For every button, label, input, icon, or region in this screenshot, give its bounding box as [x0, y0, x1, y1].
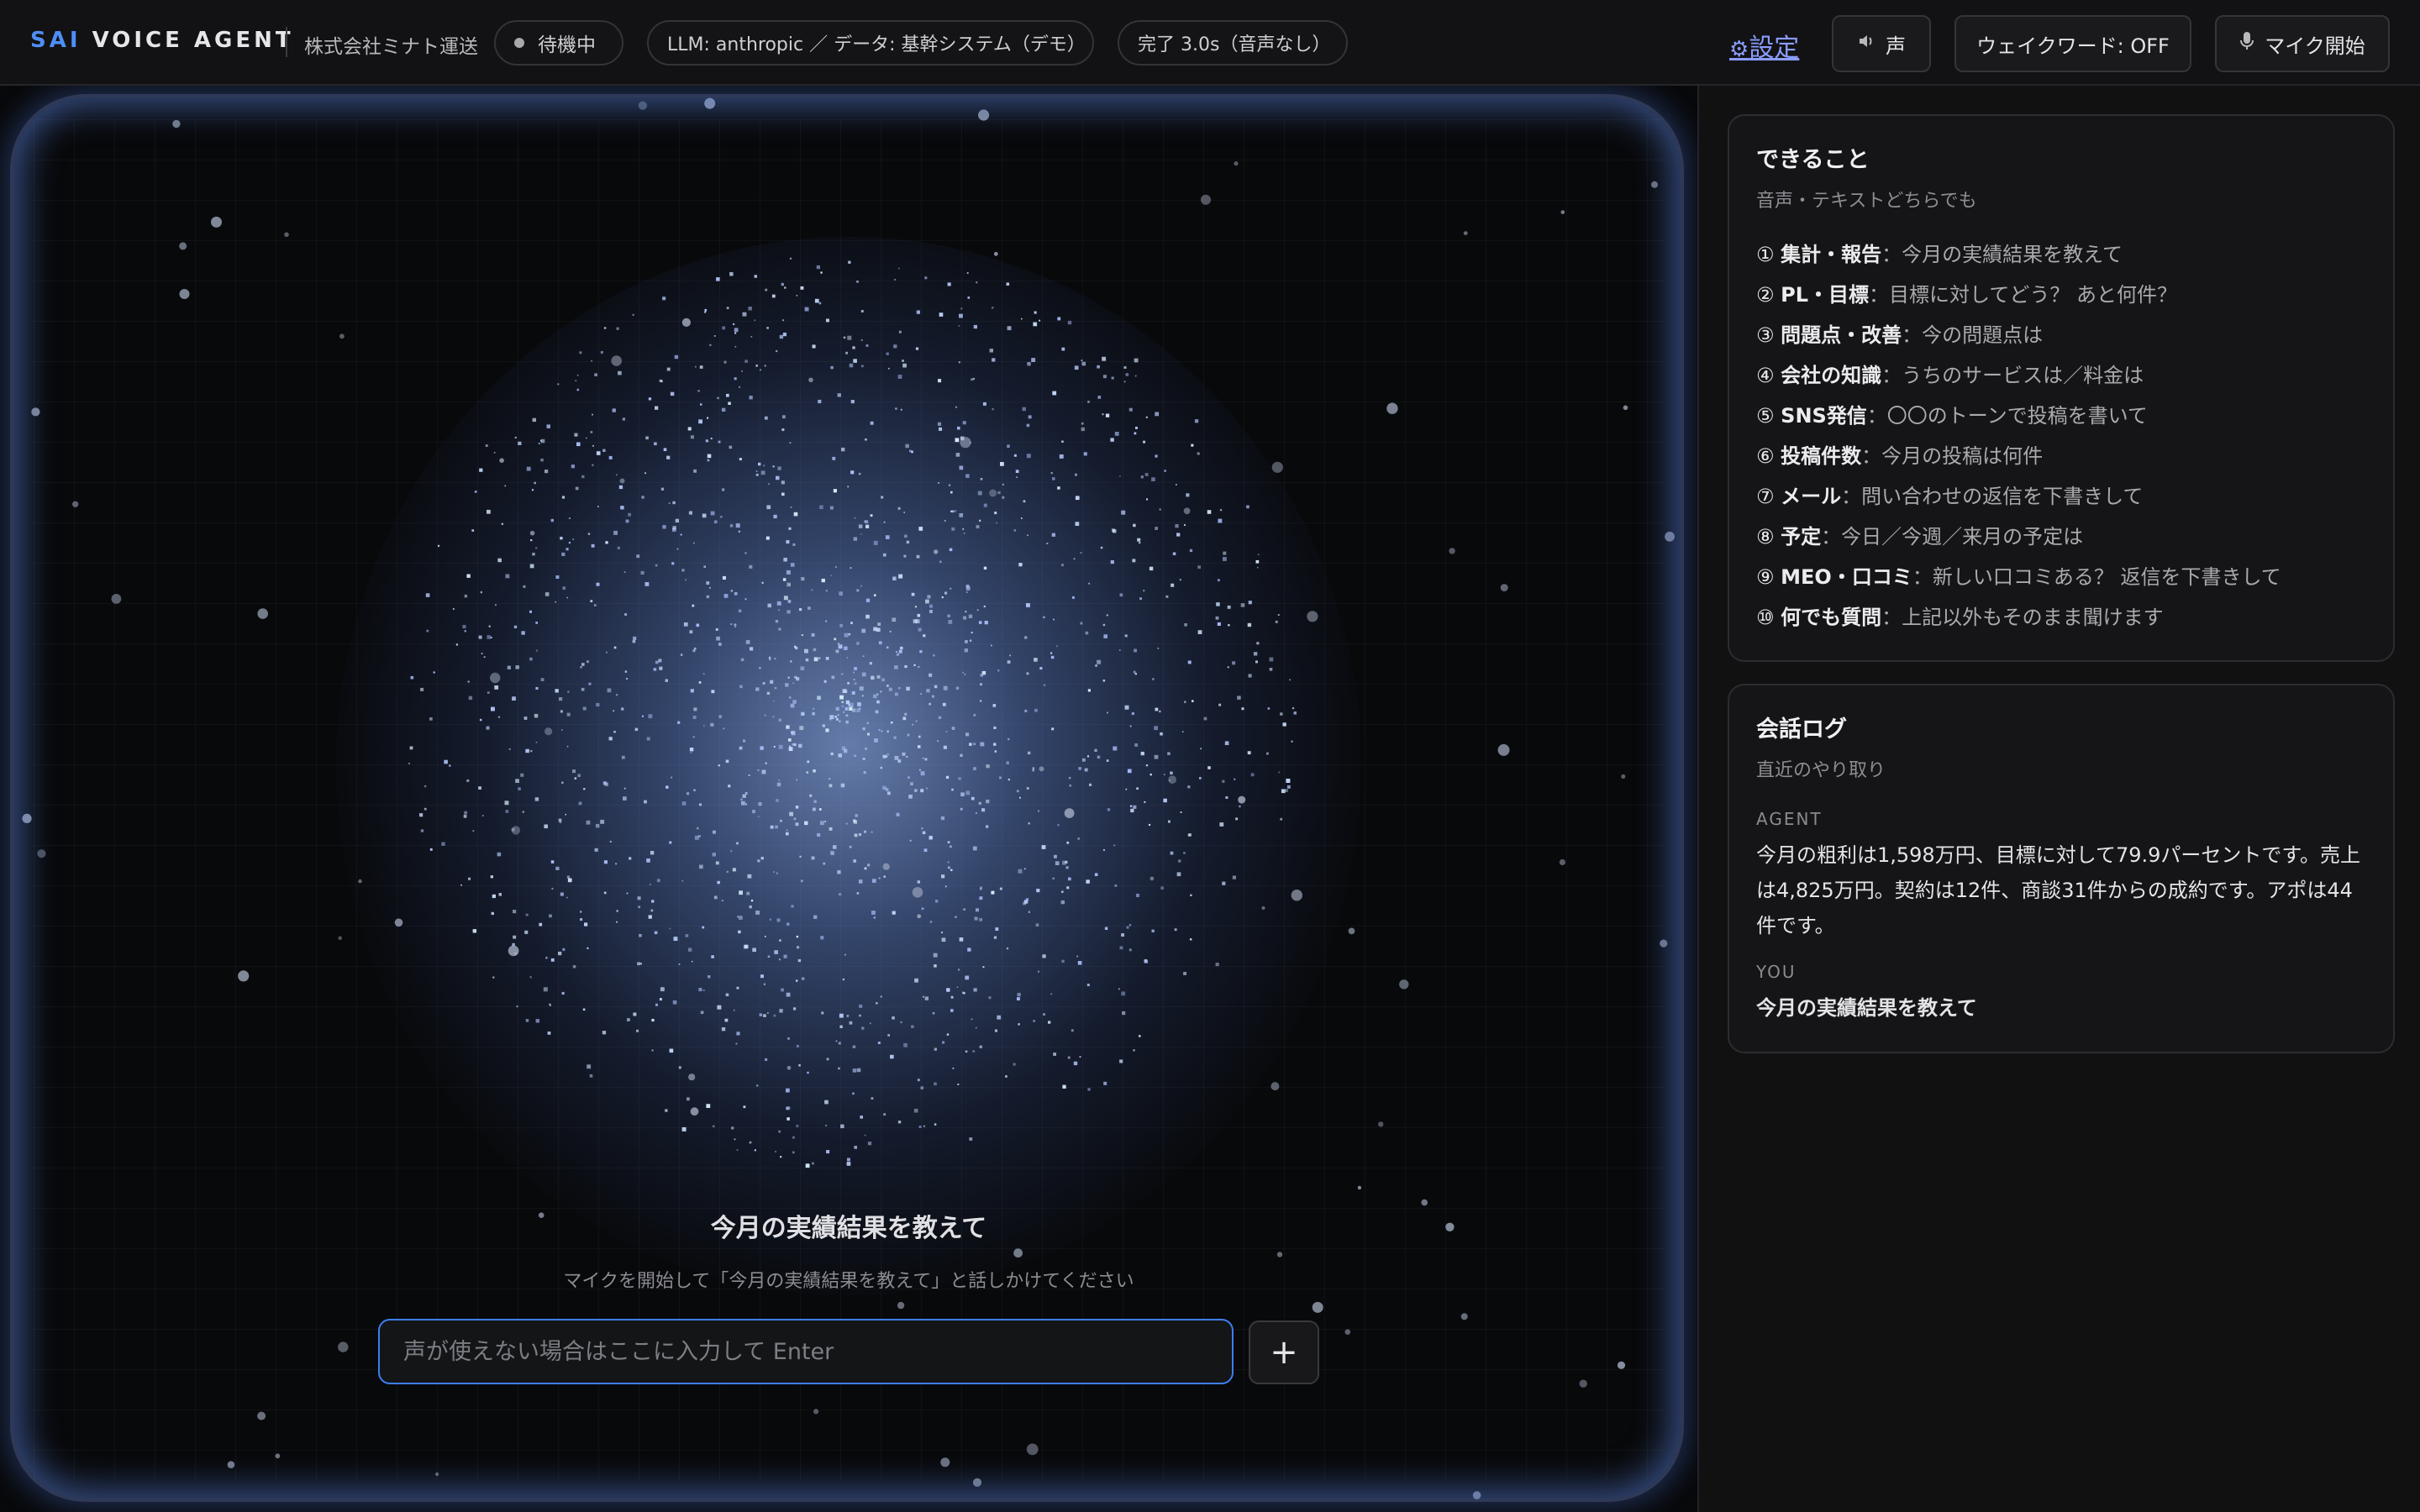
- side-panel: できること 音声・テキストどちらでも ① 集計・報告：今月の実績結果を教えて ② …: [1697, 86, 2420, 1512]
- llm-info-badge: LLM: anthropic ／ データ: 基幹システム（デモ）: [647, 20, 1094, 66]
- speaker-icon: [1857, 32, 1876, 55]
- capability-key: MEO・口コミ: [1781, 565, 1912, 589]
- capability-key: 会社の知識: [1781, 364, 1882, 387]
- capability-key: 予定: [1781, 525, 1822, 549]
- log-entry-you: YOU 今月の実績結果を教えて: [1756, 962, 2366, 1026]
- add-button[interactable]: +: [1249, 1320, 1319, 1384]
- log-subtitle: 直近のやり取り: [1756, 760, 1886, 781]
- voice-visualizer: 今月の実績結果を教えて マイクを開始して「今月の実績結果を教えて」と話しかけてく…: [0, 86, 1697, 1512]
- capabilities-title: できること: [1756, 147, 1870, 173]
- capability-item: ⑧ 予定：今日／今週／来月の予定は: [1756, 522, 2366, 562]
- capability-number: ②: [1756, 283, 1775, 307]
- settings-label: 設定: [1749, 34, 1800, 63]
- log-role-label: YOU: [1756, 962, 1797, 982]
- gear-icon: ⚙: [1729, 37, 1749, 62]
- brand-name: VOICE AGENT: [81, 28, 294, 53]
- top-bar: SAI VOICE AGENT 株式会社ミナト運送 待機中 LLM: anthr…: [0, 0, 2420, 86]
- mic-start-button[interactable]: マイク開始: [2215, 15, 2390, 72]
- conversation-log-card: 会話ログ 直近のやり取り AGENT 今月の粗利は1,598万円、目標に対して7…: [1728, 684, 2395, 1053]
- capability-example: ：上記以外もそのまま聞けます: [1881, 606, 2164, 629]
- settings-link[interactable]: ⚙設定: [1729, 27, 1799, 64]
- log-title: 会話ログ: [1756, 717, 1847, 743]
- status-dot-icon: [514, 38, 524, 48]
- capability-number: ④: [1756, 364, 1775, 387]
- capability-key: SNS発信: [1781, 404, 1867, 428]
- brand-divider: [286, 27, 287, 57]
- capability-example: ：うちのサービスは／料金は: [1881, 364, 2144, 387]
- capability-key: 集計・報告: [1781, 243, 1882, 266]
- status-text: 待機中: [538, 34, 596, 56]
- mic-label: マイク開始: [2265, 34, 2365, 58]
- capability-item: ③ 問題点・改善：今の問題点は: [1756, 320, 2366, 360]
- capability-number: ⑩: [1756, 606, 1775, 629]
- capability-example: ：問い合わせの返信を下書きして: [1841, 485, 2144, 508]
- capability-number: ③: [1756, 323, 1775, 347]
- timing-badge: 完了 3.0s（音声なし）: [1118, 20, 1348, 66]
- capability-example: ：今日／今週／来月の予定は: [1821, 525, 2084, 549]
- capability-example: ：〇〇のトーンで投稿を書いて: [1866, 404, 2148, 428]
- company-name: 株式会社ミナト運送: [304, 36, 478, 58]
- capability-number: ①: [1756, 243, 1775, 266]
- text-query-input[interactable]: [378, 1319, 1234, 1384]
- capability-number: ⑦: [1756, 485, 1775, 508]
- capability-key: 何でも質問: [1781, 606, 1882, 629]
- mic-hint: マイクを開始して「今月の実績結果を教えて」と話しかけてください: [563, 1271, 1134, 1292]
- capabilities-card: できること 音声・テキストどちらでも ① 集計・報告：今月の実績結果を教えて ② …: [1728, 114, 2395, 662]
- wakeword-label: ウェイクワード: OFF: [1976, 34, 2170, 58]
- voice-button[interactable]: 声: [1832, 15, 1931, 72]
- capability-item: ④ 会社の知識：うちのサービスは／料金は: [1756, 360, 2366, 401]
- capability-example: ：今月の実績結果を教えて: [1881, 243, 2123, 266]
- wakeword-toggle[interactable]: ウェイクワード: OFF: [1954, 15, 2191, 72]
- capability-item: ⑦ メール：問い合わせの返信を下書きして: [1756, 481, 2366, 522]
- capability-item: ⑩ 何でも質問：上記以外もそのまま聞けます: [1756, 602, 2366, 643]
- capability-example: ：目標に対してどう？ あと何件？: [1869, 283, 2177, 307]
- log-message: 今月の実績結果を教えて: [1756, 996, 1977, 1020]
- capabilities-subtitle: 音声・テキストどちらでも: [1756, 191, 1977, 212]
- status-badge: 待機中: [494, 20, 623, 66]
- capability-item: ① 集計・報告：今月の実績結果を教えて: [1756, 239, 2366, 280]
- log-message: 今月の粗利は1,598万円、目標に対して79.9パーセントです。売上は4,825…: [1756, 843, 2361, 937]
- last-utterance: 今月の実績結果を教えて: [710, 1214, 987, 1243]
- capability-key: メール: [1781, 485, 1842, 508]
- capability-example: ：今の問題点は: [1902, 323, 2044, 347]
- capability-item: ⑤ SNS発信：〇〇のトーンで投稿を書いて: [1756, 401, 2366, 441]
- brand-accent: SAI: [30, 28, 82, 53]
- log-entry-agent: AGENT 今月の粗利は1,598万円、目標に対して79.9パーセントです。売上…: [1756, 809, 2366, 943]
- capability-key: PL・目標: [1781, 283, 1870, 307]
- log-role-label: AGENT: [1756, 809, 1823, 829]
- capability-example: ：今月の投稿は何件: [1861, 444, 2044, 468]
- capability-number: ⑤: [1756, 404, 1775, 428]
- capability-key: 問題点・改善: [1781, 323, 1902, 347]
- timing-text: 完了 3.0s（音声なし）: [1138, 34, 1331, 55]
- capability-example: ：新しい口コミある？ 返信を下書きして: [1912, 565, 2281, 589]
- capability-item: ② PL・目標：目標に対してどう？ あと何件？: [1756, 280, 2366, 320]
- microphone-icon: [2239, 31, 2254, 56]
- capability-number: ⑧: [1756, 525, 1775, 549]
- capability-item: ⑨ MEO・口コミ：新しい口コミある？ 返信を下書きして: [1756, 562, 2366, 602]
- capability-key: 投稿件数: [1781, 444, 1862, 468]
- capability-number: ⑨: [1756, 565, 1775, 589]
- capabilities-list: ① 集計・報告：今月の実績結果を教えて ② PL・目標：目標に対してどう？ あと何…: [1756, 239, 2366, 643]
- voice-label: 声: [1886, 34, 1906, 58]
- capability-item: ⑥ 投稿件数：今月の投稿は何件: [1756, 441, 2366, 481]
- capability-number: ⑥: [1756, 444, 1775, 468]
- brand-logo: SAI VOICE AGENT: [30, 28, 294, 53]
- llm-info-text: LLM: anthropic ／ データ: 基幹システム（デモ）: [667, 34, 1086, 55]
